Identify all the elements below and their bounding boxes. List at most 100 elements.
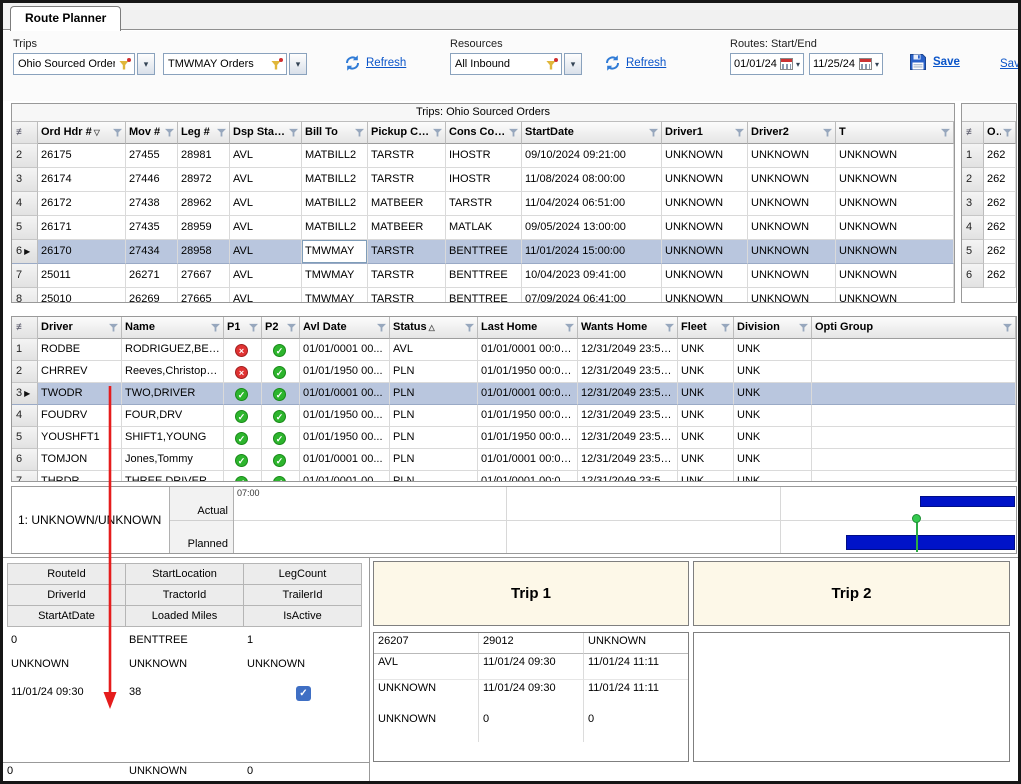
cell[interactable]: BENTTREE [125,634,243,646]
cell[interactable]: TARSTR [368,288,446,303]
cell[interactable]: AVL [390,339,478,361]
cell[interactable]: 11/01/24 11:11 [584,654,688,680]
cell[interactable]: 26207 [374,633,479,654]
cell[interactable]: UNK [734,339,812,361]
cell[interactable]: 11/01/24 11:11 [584,680,688,711]
cell[interactable]: UNKNOWN [836,216,954,240]
row-selector[interactable]: 1 [12,339,38,361]
column-header-ord[interactable]: Ord [984,122,1016,144]
cell[interactable]: AVL [230,240,302,264]
trip2-header[interactable]: Trip 2 [693,561,1010,626]
cell[interactable]: MATBEER [368,192,446,216]
cell[interactable]: UNKNOWN [374,711,479,742]
cell[interactable]: 26170 [38,240,126,264]
cell[interactable]: 26174 [38,168,126,192]
cell[interactable]: × [224,361,262,383]
filter-icon[interactable] [217,128,226,137]
cell[interactable]: TMWMAY [302,240,368,264]
column-header-startdate[interactable]: StartDate [522,122,662,144]
filter-icon[interactable] [1003,128,1012,137]
column-header-mov-[interactable]: Mov # [126,122,178,144]
selector-column-header[interactable]: ≢ [12,122,38,144]
cell[interactable]: Jones,Tommy [122,449,224,471]
cell[interactable]: Reeves,Christopher [122,361,224,383]
filter-icon[interactable] [1003,323,1012,332]
cell[interactable] [812,471,1016,482]
cell[interactable]: RODRIGUEZ,BEN... [122,339,224,361]
table-row[interactable]: 3261742744628972AVLMATBILL2TARSTRIHOSTR1… [12,168,954,192]
cell[interactable]: 11/04/2024 06:51:00 [522,192,662,216]
filter-icon[interactable] [113,128,122,137]
cell[interactable]: UNK [734,383,812,405]
table-row[interactable]: 5261712743528959AVLMATBILL2MATBEERMATLAK… [12,216,954,240]
tab-route-planner[interactable]: Route Planner [10,6,121,31]
cell[interactable]: UNKNOWN [243,658,361,670]
cell[interactable]: 12/31/2049 23:59:59 [578,361,678,383]
gantt-marker-dot[interactable] [912,514,921,523]
cell[interactable]: UNKNOWN [662,240,748,264]
cell[interactable]: TARSTR [368,144,446,168]
column-header-division[interactable]: Division [734,317,812,339]
cell[interactable]: PLN [390,361,478,383]
combo2-dropdown-button[interactable]: ▾ [289,53,307,75]
cell[interactable]: 01/01/1950 00:00:00 [478,361,578,383]
cell[interactable]: 262 [984,144,1016,168]
cell[interactable]: 12/31/2049 23:59:00 [578,339,678,361]
cell[interactable]: TARSTR [368,168,446,192]
column-header-driver2[interactable]: Driver2 [748,122,836,144]
column-header-fleet[interactable]: Fleet [678,317,734,339]
column-header-bill-to[interactable]: Bill To [302,122,368,144]
cell[interactable]: 01/01/0001 00:00:00 [478,339,578,361]
cell[interactable]: MATBEER [368,216,446,240]
column-header-name[interactable]: Name [122,317,224,339]
cell[interactable]: YOUSHFT1 [38,427,122,449]
cell[interactable]: 27434 [126,240,178,264]
cell[interactable]: 0 [7,765,129,782]
cell[interactable]: UNK [734,449,812,471]
cell[interactable]: UNK [678,471,734,482]
cell[interactable]: UNKNOWN [836,192,954,216]
column-header-driver1[interactable]: Driver1 [662,122,748,144]
cell[interactable]: 262 [984,216,1016,240]
cell[interactable]: THRDR [38,471,122,482]
cell[interactable]: FOUR,DRV [122,405,224,427]
cell[interactable]: 01/01/1950 00:00:00 [478,427,578,449]
cell[interactable]: 26172 [38,192,126,216]
cell[interactable]: 0 [479,711,584,742]
cell[interactable]: ✓ [224,383,262,405]
cell[interactable]: UNK [678,427,734,449]
cell[interactable]: 26271 [126,264,178,288]
cell[interactable]: UNKNOWN [7,658,125,670]
column-header-status[interactable]: Status△ [390,317,478,339]
table-row[interactable]: 8250102626927665AVLTMWMAYTARSTRBENTTREE0… [12,288,954,303]
selector-column-header[interactable]: ≢ [12,317,38,339]
cell[interactable]: UNKNOWN [662,192,748,216]
trip1-header[interactable]: Trip 1 [373,561,689,626]
trips-filter-combo-1[interactable]: Ohio Sourced Orders [13,53,135,75]
resources-filter-combo[interactable]: All Inbound [450,53,562,75]
cell[interactable]: UNK [678,383,734,405]
cell[interactable]: 09/10/2024 09:21:00 [522,144,662,168]
row-selector[interactable]: 5 [962,240,984,264]
cell[interactable]: 27438 [126,192,178,216]
cell[interactable]: MATBILL2 [302,144,368,168]
cell[interactable]: 38 [125,686,243,701]
cell[interactable]: 28972 [178,168,230,192]
row-selector[interactable]: 3 [962,192,984,216]
cell[interactable]: 1 [243,634,361,646]
table-row[interactable]: 3▶TWODRTWO,DRIVER✓✓01/01/0001 00...PLN01… [12,383,1016,405]
filter-icon[interactable] [165,128,174,137]
cell[interactable]: ✓ [262,427,300,449]
cell[interactable]: UNKNOWN [836,288,954,303]
column-header-wants-home[interactable]: Wants Home [578,317,678,339]
cell[interactable]: UNK [678,339,734,361]
cell[interactable]: MATBILL2 [302,216,368,240]
cell[interactable]: ✓ [224,405,262,427]
cell[interactable]: UNKNOWN [748,288,836,303]
column-header-last-home[interactable]: Last Home [478,317,578,339]
cell[interactable]: 26175 [38,144,126,168]
route-summary-footer-row[interactable]: 0 UNKNOWN 0 [3,762,369,782]
cell[interactable]: TARSTR [446,192,522,216]
cell[interactable]: 28958 [178,240,230,264]
cell[interactable]: MATBILL2 [302,168,368,192]
